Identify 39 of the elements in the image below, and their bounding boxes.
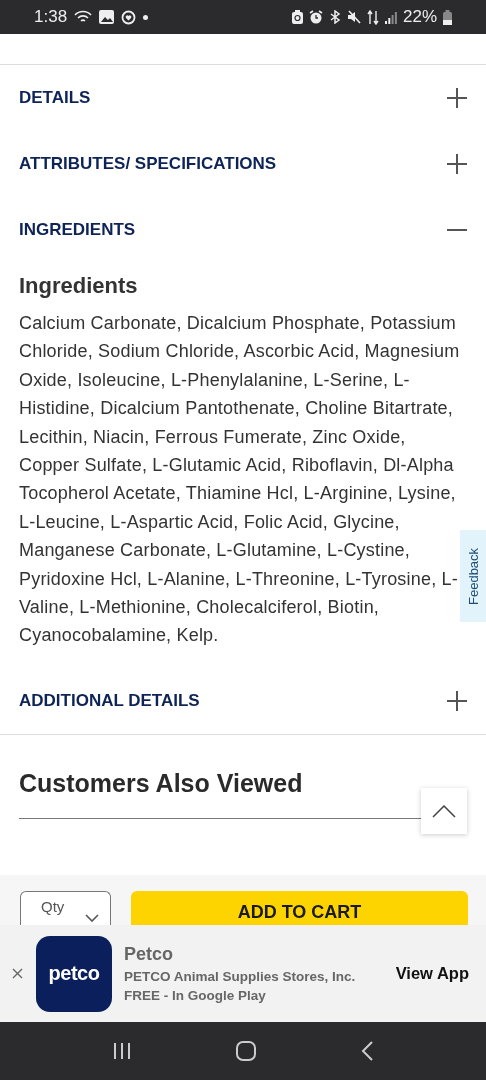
plus-icon [447, 154, 467, 174]
battery-saver-icon [291, 10, 303, 24]
quantity-select[interactable]: Qty [20, 891, 111, 925]
wifi-icon [74, 10, 93, 24]
scroll-top-button[interactable] [421, 788, 467, 834]
dot-icon [143, 14, 149, 20]
signal-icon [384, 10, 397, 24]
accordion-header[interactable]: ATTRIBUTES/ SPECIFICATIONS [19, 131, 467, 197]
recent-apps-icon[interactable] [112, 1043, 131, 1059]
back-icon[interactable] [361, 1041, 374, 1061]
app-publisher: PETCO Animal Supplies Stores, Inc. [124, 969, 357, 984]
view-app-button[interactable]: View App [395, 964, 469, 983]
add-to-cart-button[interactable]: ADD TO CART [131, 891, 468, 925]
close-icon[interactable] [12, 968, 23, 979]
accordion-header[interactable]: INGREDIENTS [19, 197, 467, 263]
mute-icon [346, 10, 361, 24]
image-icon [99, 10, 115, 24]
app-price: FREE - In Google Play [124, 988, 267, 1003]
app-name: Petco [124, 944, 175, 965]
plus-icon [447, 88, 467, 108]
chevron-down-icon [85, 914, 99, 922]
feedback-tab[interactable]: Feedback [460, 530, 486, 622]
section-title: Customers Also Viewed [19, 768, 304, 798]
heart-circle-icon [121, 9, 137, 25]
plus-icon [447, 690, 467, 711]
data-icon [366, 9, 379, 25]
minus-icon [447, 229, 467, 231]
clock: 1:38 [34, 7, 68, 27]
accordion-header[interactable]: ADDITIONAL DETAILS [19, 667, 467, 734]
battery-percent: 22% [402, 7, 437, 27]
ingredients-heading: Ingredients [19, 273, 139, 299]
accordion-header[interactable]: DETAILS [19, 65, 467, 131]
ingredients-text: Calcium Carbonate, Dicalcium Phosphate, Potassium Chloride, Sodium Chloride, Ascorbic Acid, Magnesium Oxide, Isoleucine, L-Phenylalanine, L-Serine, L-Histidine, Dicalcium Pantothenate, Choline Bitartrate, Lecithin, Niacin, Ferrous Fumerate, Zinc Oxide, Copper Sulfate, L-Glutamic Acid, Riboflavin, Dl-Alpha Tocopherol Acetate, Thiamine Hcl, L-Arginine, Lysine, L-Leucine, L-Aspartic Acid, Folic Acid, Glycine, Manganese Carbonate, L-Glutamine, L-Cystine, Pyridoxine Hcl, L-Alanine, L-Threonine, L-Tyrosine, L-Valine, L-Methionine, Cholecalciferol, Biotin, Cyanocobalamine, Kelp. [19, 312, 461, 648]
battery-icon [443, 9, 452, 25]
app-logo: petco [36, 935, 112, 1012]
alarm-icon [308, 10, 323, 24]
home-icon[interactable] [236, 1041, 256, 1061]
chevron-up-icon [432, 804, 456, 818]
bluetooth-icon [328, 10, 341, 24]
